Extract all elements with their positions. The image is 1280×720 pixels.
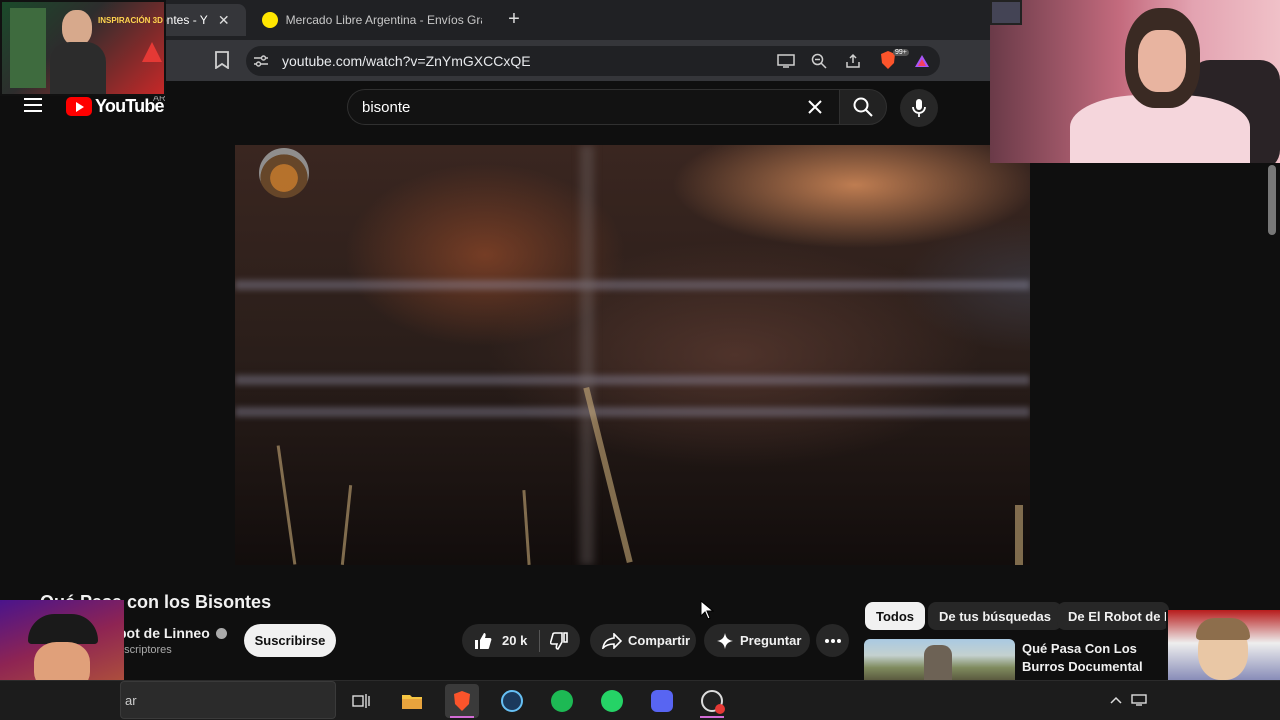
page-scrollbar[interactable] bbox=[1268, 165, 1276, 235]
ask-button[interactable]: Preguntar bbox=[704, 624, 810, 657]
search-input[interactable]: bisonte bbox=[347, 89, 839, 125]
steam-icon[interactable] bbox=[495, 684, 529, 718]
url-text: youtube.com/watch?v=ZnYmGXCCxQE bbox=[282, 53, 531, 69]
zoom-icon[interactable] bbox=[809, 51, 829, 71]
dislike-icon[interactable] bbox=[550, 631, 569, 650]
whatsapp-icon[interactable] bbox=[595, 684, 629, 718]
youtube-logo[interactable]: YouTube bbox=[66, 96, 165, 117]
more-icon bbox=[824, 638, 841, 643]
tab-title: Mercado Libre Argentina - Envíos Gra bbox=[285, 13, 482, 27]
video-frame-detail bbox=[276, 445, 297, 565]
chip-all[interactable]: Todos bbox=[865, 602, 926, 630]
channel-name[interactable]: bot de Linneo bbox=[118, 625, 227, 641]
video-frame-detail bbox=[580, 145, 594, 565]
video-player[interactable] bbox=[235, 145, 1030, 565]
share-icon bbox=[602, 632, 622, 649]
video-frame-detail bbox=[235, 280, 1030, 290]
system-tray-chevron-icon[interactable] bbox=[1106, 690, 1126, 710]
sparkle-icon bbox=[717, 632, 733, 649]
like-count[interactable]: 20 k bbox=[502, 633, 527, 648]
discord-icon[interactable] bbox=[645, 684, 679, 718]
close-tab-icon[interactable]: ✕ bbox=[218, 12, 230, 29]
video-frame-detail bbox=[340, 485, 353, 565]
video-frame-detail bbox=[235, 375, 1030, 385]
webcam-overlay bbox=[990, 0, 1280, 163]
search-query: bisonte bbox=[362, 98, 411, 116]
video-frame-detail bbox=[522, 489, 531, 565]
spotify-icon[interactable] bbox=[545, 684, 579, 718]
taskbar-search-text: ar bbox=[125, 692, 137, 708]
network-icon[interactable] bbox=[1129, 690, 1149, 710]
video-frame-detail bbox=[1015, 505, 1023, 565]
youtube-play-icon bbox=[66, 97, 92, 116]
brave-browser-icon[interactable] bbox=[445, 684, 479, 718]
more-actions-button[interactable] bbox=[816, 624, 849, 657]
like-icon[interactable] bbox=[474, 632, 492, 650]
ask-label: Preguntar bbox=[740, 633, 802, 648]
subscribe-button[interactable]: Suscribirse bbox=[244, 624, 336, 657]
recommendation-thumbnail[interactable] bbox=[864, 639, 1015, 680]
channel-watermark[interactable] bbox=[259, 148, 309, 198]
share-label: Compartir bbox=[628, 633, 691, 648]
share-button[interactable]: Compartir bbox=[590, 624, 696, 657]
clear-search-icon[interactable] bbox=[805, 97, 825, 117]
mercado-libre-favicon-icon bbox=[262, 12, 278, 28]
overlay-thumbnail: INSPIRACIÓN 3D bbox=[0, 0, 166, 96]
subscriber-count: uscriptores bbox=[118, 644, 172, 656]
taskbar-search[interactable]: ar bbox=[120, 681, 336, 719]
search-icon bbox=[853, 97, 873, 117]
new-tab-button[interactable]: + bbox=[502, 8, 526, 32]
tab-title: ontes - Y bbox=[160, 13, 208, 27]
url-field[interactable]: youtube.com/watch?v=ZnYmGXCCxQE bbox=[246, 46, 940, 76]
file-explorer-icon[interactable] bbox=[395, 684, 429, 718]
mouse-cursor-icon bbox=[700, 599, 715, 625]
menu-icon[interactable] bbox=[24, 98, 42, 112]
share-page-icon[interactable] bbox=[843, 51, 863, 71]
like-dislike-bar: 20 k bbox=[462, 624, 580, 657]
search-button[interactable] bbox=[839, 89, 887, 125]
channel-name-text: bot de Linneo bbox=[118, 625, 210, 641]
shields-badge: 99+ bbox=[893, 49, 909, 56]
verified-icon bbox=[215, 627, 227, 639]
voice-search-button[interactable] bbox=[900, 89, 938, 127]
tab-mercado-libre[interactable]: Mercado Libre Argentina - Envíos Gra bbox=[252, 4, 492, 36]
microphone-icon bbox=[912, 99, 926, 117]
task-view-icon[interactable] bbox=[344, 684, 378, 718]
recording-app-icon[interactable] bbox=[695, 684, 729, 718]
video-frame-detail bbox=[235, 407, 1030, 417]
overlay-label: INSPIRACIÓN 3D bbox=[98, 16, 163, 25]
brave-rewards-icon[interactable] bbox=[912, 51, 932, 71]
bookmark-icon[interactable] bbox=[212, 50, 232, 70]
site-info-icon[interactable] bbox=[251, 51, 271, 71]
chip-from-searches[interactable]: De tus búsquedas bbox=[928, 602, 1062, 630]
chip-from-channel[interactable]: De El Robot de Li bbox=[1057, 602, 1169, 630]
cast-icon[interactable] bbox=[776, 51, 796, 71]
recommendation-title[interactable]: Qué Pasa Con Los Burros Documental bbox=[1022, 640, 1172, 676]
